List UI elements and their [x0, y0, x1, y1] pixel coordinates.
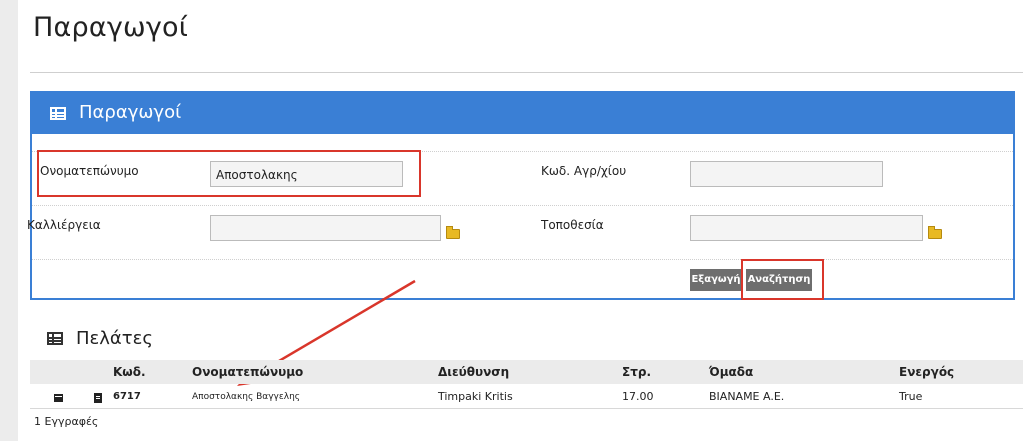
table-header: Κωδ. Ονοματεπώνυμο Διεύθυνση Στρ. Όμαδα … — [30, 360, 1023, 384]
column-header-stremmata[interactable]: Στρ. — [622, 365, 651, 379]
column-header-address[interactable]: Διεύθυνση — [438, 365, 509, 379]
table-icon — [47, 332, 63, 345]
calendar-icon[interactable] — [54, 394, 63, 402]
cell-name: Αποστολακης Βαγγελης — [192, 392, 301, 402]
column-header-name[interactable]: Ονοματεπώνυμο — [192, 365, 303, 379]
row-divider — [30, 408, 1023, 409]
document-icon[interactable] — [94, 393, 102, 403]
cell-code: 6717 — [113, 391, 141, 402]
record-count: 1 Εγγραφές — [34, 415, 99, 428]
cell-active: True — [899, 390, 923, 403]
cell-stremmata: 17.00 — [622, 390, 654, 403]
column-header-group[interactable]: Όμαδα — [709, 365, 753, 379]
clients-title: Πελάτες — [76, 328, 153, 349]
cell-group: BIANAME A.E. — [709, 390, 785, 403]
cell-address: Timpaki Kritis — [438, 390, 513, 403]
column-header-active[interactable]: Ενεργός — [899, 365, 954, 379]
column-header-code[interactable]: Κωδ. — [113, 365, 146, 379]
